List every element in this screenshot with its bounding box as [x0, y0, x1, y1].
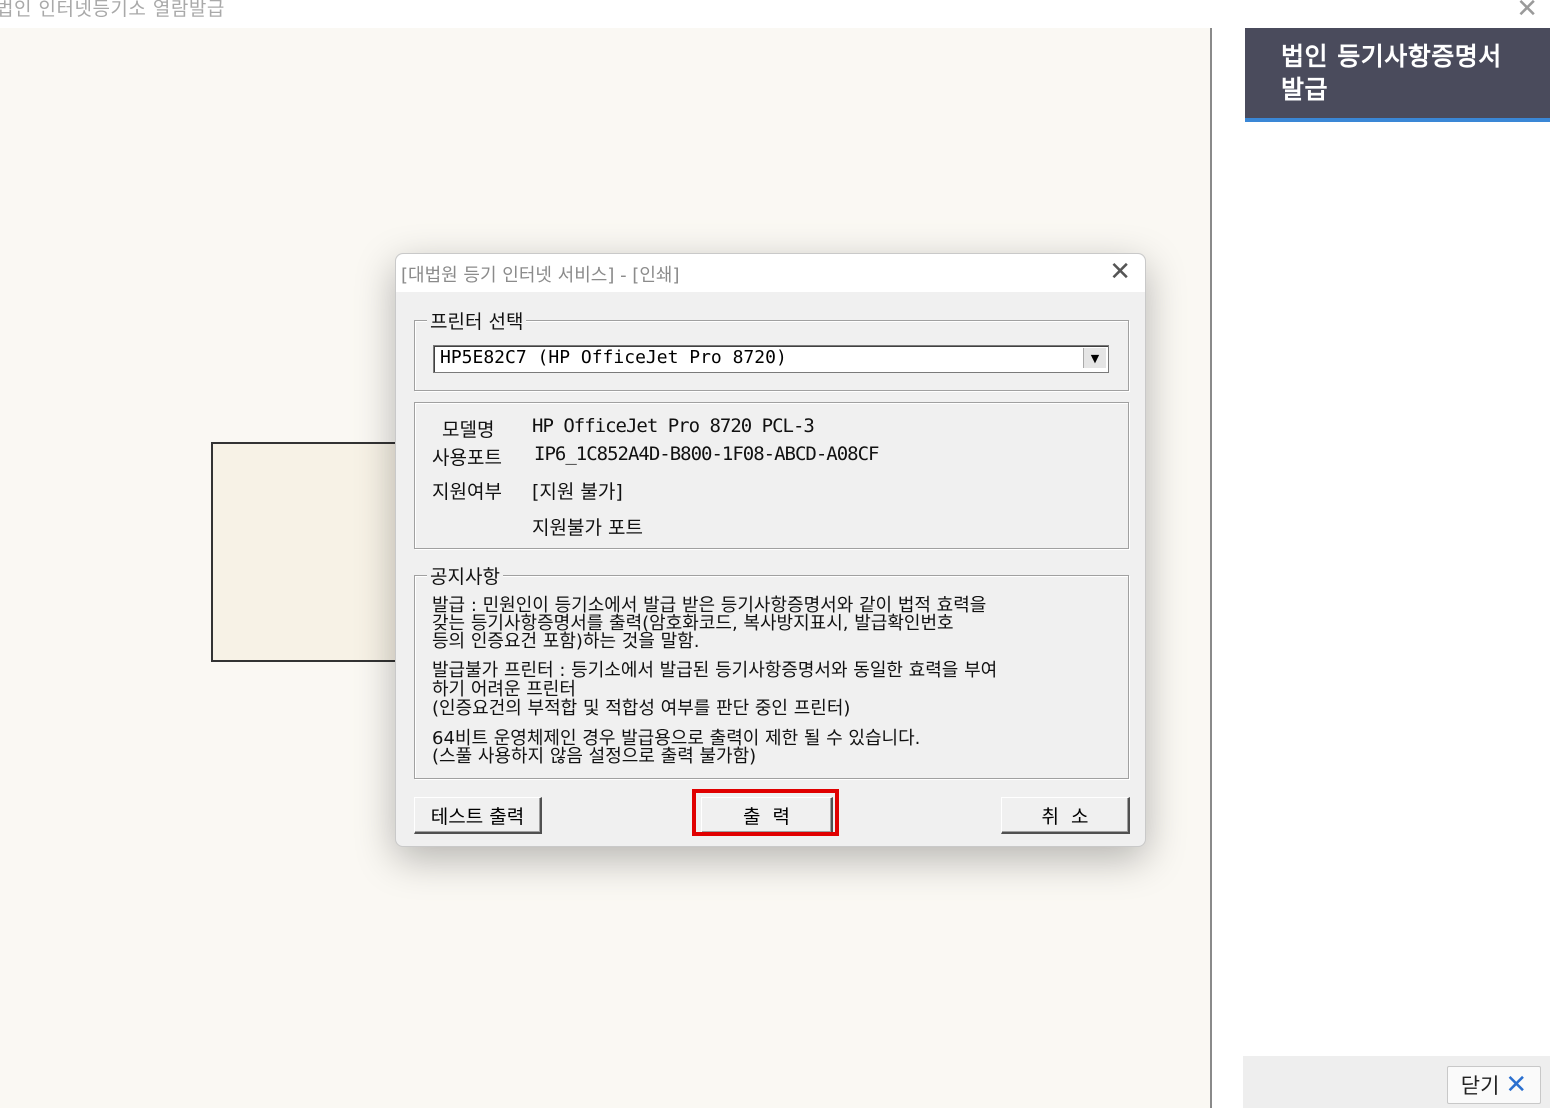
panel-title: 법인 등기사항증명서 발급 — [1281, 40, 1531, 106]
printer-select-value: HP5E82C7 (HP OfficeJet Pro 8720) — [440, 347, 787, 368]
background-panel — [211, 442, 415, 662]
dialog-title: [대법원 등기 인터넷 서비스] - [인쇄] — [401, 265, 680, 286]
close-icon: ✕ — [1505, 1070, 1528, 1100]
test-print-button[interactable]: 테스트 출력 — [414, 797, 542, 834]
top-bar: 법인 인터넷등기소 열람발급 ✕ — [0, 0, 1550, 28]
port-value: IP6_1C852A4D-B800-1F08-ABCD-A08CFD5E8 — [534, 443, 879, 465]
chevron-down-icon[interactable]: ▼ — [1083, 348, 1106, 368]
notice-group-label: 공지사항 — [427, 562, 503, 589]
close-panel-label: 닫기 — [1460, 1074, 1500, 1098]
notice-line: 등의 인증요건 포함)하는 것을 말함. — [432, 631, 700, 652]
notice-line: (스풀 사용하지 않음 설정으로 출력 불가함) — [432, 746, 757, 767]
panel-header: 법인 등기사항증명서 발급 — [1245, 28, 1550, 122]
print-dialog: [대법원 등기 인터넷 서비스] - [인쇄] ✕ 프린터 선택 HP5E82C… — [395, 253, 1146, 847]
close-panel-button[interactable]: 닫기 ✕ — [1447, 1066, 1541, 1104]
print-button-highlight — [692, 789, 839, 836]
notice-line: 발급불가 프린터 : 등기소에서 발급된 등기사항증명서와 동일한 효력을 부여 — [432, 660, 998, 681]
close-icon[interactable]: ✕ — [1516, 0, 1538, 22]
support-value: [지원 불가] — [532, 481, 623, 503]
cancel-button[interactable]: 취 소 — [1001, 797, 1130, 834]
printer-select-group: 프린터 선택 HP5E82C7 (HP OfficeJet Pro 8720) … — [414, 307, 1129, 391]
panel-title-line1: 법인 등기사항증명서 — [1281, 42, 1502, 71]
model-label: 모델명 — [442, 419, 495, 441]
dialog-close-icon[interactable]: ✕ — [1109, 258, 1131, 286]
panel-footer: 닫기 ✕ — [1243, 1056, 1550, 1108]
window-title: 법인 인터넷등기소 열람발급 — [0, 0, 225, 20]
dialog-titlebar: [대법원 등기 인터넷 서비스] - [인쇄] ✕ — [396, 254, 1145, 292]
notice-group: 공지사항 발급 : 민원인이 등기소에서 발급 받은 등기사항증명서와 같이 법… — [414, 562, 1129, 779]
printer-select[interactable]: HP5E82C7 (HP OfficeJet Pro 8720) ▼ — [433, 345, 1109, 373]
printer-info-group: 모델명 HP OfficeJet Pro 8720 PCL-3 사용포트 IP6… — [414, 402, 1129, 549]
model-value: HP OfficeJet Pro 8720 PCL-3 — [532, 415, 815, 437]
printer-group-label: 프린터 선택 — [427, 307, 527, 334]
support-label: 지원여부 — [432, 481, 502, 503]
panel-title-line2: 발급 — [1281, 75, 1329, 104]
notice-line: (인증요건의 부적합 및 적합성 여부를 판단 중인 프린터) — [432, 698, 851, 719]
port-label: 사용포트 — [432, 447, 502, 469]
support-detail: 지원불가 포트 — [532, 517, 643, 539]
right-panel: 법인 등기사항증명서 발급 닫기 ✕ — [1210, 28, 1550, 1108]
notice-line: 하기 어려운 프린터 — [432, 679, 576, 700]
